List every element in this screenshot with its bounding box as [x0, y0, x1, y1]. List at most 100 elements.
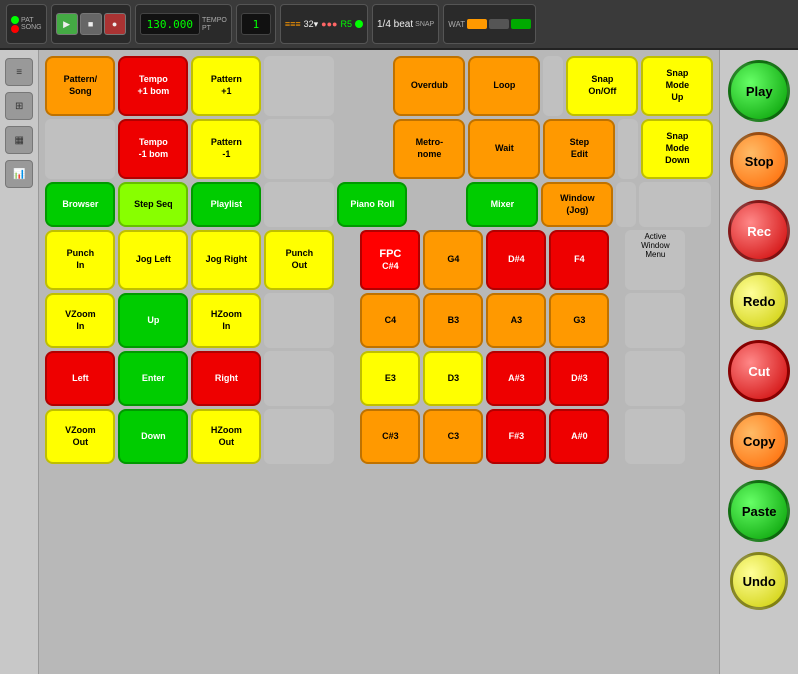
- redo-trans-btn[interactable]: Redo: [730, 272, 788, 330]
- hzoom-in-btn[interactable]: HZoomIn: [191, 293, 261, 348]
- g4-btn[interactable]: G4: [423, 230, 483, 290]
- c3-btn[interactable]: C3: [423, 409, 483, 464]
- gap-vzo2: [612, 409, 622, 464]
- left-btn[interactable]: Left: [45, 351, 115, 406]
- spacer-lr2: [625, 351, 685, 406]
- jog-left-btn[interactable]: Jog Left: [118, 230, 188, 290]
- right-btn[interactable]: Right: [191, 351, 261, 406]
- sidebar-icon-1[interactable]: ≡: [5, 58, 33, 86]
- loop-btn[interactable]: Loop: [468, 56, 540, 116]
- controls-row: PunchIn Jog Left Jog Right PunchOut FPCC…: [45, 230, 713, 290]
- wat-label: WAT: [448, 20, 465, 29]
- f4-btn[interactable]: F4: [549, 230, 609, 290]
- overdub-btn[interactable]: Overdub: [393, 56, 465, 116]
- stop-button[interactable]: ■: [80, 13, 102, 35]
- main-area: ≡ ⊞ ▦ 📊 Pattern/Song Tempo+1 bom Pattern…: [0, 50, 798, 674]
- spacer-r1-1: [264, 56, 334, 116]
- pattern-plus-btn[interactable]: Pattern+1: [191, 56, 261, 116]
- wat-bar1: [467, 19, 487, 29]
- hzoom-out-btn[interactable]: HZoomOut: [191, 409, 261, 464]
- ctrl1: ≡≡≡: [285, 19, 301, 29]
- window-jog-btn[interactable]: Window(Jog): [541, 182, 613, 227]
- wat-bar2: [489, 19, 509, 29]
- fpc-btn[interactable]: FPCC#4: [360, 230, 420, 290]
- sidebar-icon-4[interactable]: 📊: [5, 160, 33, 188]
- gap-lr2: [612, 351, 622, 406]
- step-seq-btn[interactable]: Step Seq: [118, 182, 188, 227]
- cut-trans-btn[interactable]: Cut: [728, 340, 790, 402]
- paste-trans-btn[interactable]: Paste: [728, 480, 790, 542]
- enter-btn[interactable]: Enter: [118, 351, 188, 406]
- right-sidebar: Play Stop Rec Redo Cut Copy Paste Undo: [719, 50, 798, 674]
- tempo-plus-btn[interactable]: Tempo+1 bom: [118, 56, 188, 116]
- asharp0-btn[interactable]: A#0: [549, 409, 609, 464]
- sidebar-icon-2[interactable]: ⊞: [5, 92, 33, 120]
- play-trans-btn[interactable]: Play: [728, 60, 790, 122]
- spacer-nav2: [616, 182, 636, 227]
- main-grid: Pattern/Song Tempo+1 bom Pattern+1 Overd…: [39, 50, 719, 674]
- pattern-minus-btn[interactable]: Pattern-1: [191, 119, 261, 179]
- song-indicator: [11, 25, 19, 33]
- controls-group: ≡≡≡ 32▾ ●●● R5: [280, 4, 368, 44]
- pattern-song-btn[interactable]: Pattern/Song: [45, 56, 115, 116]
- a3-btn[interactable]: A3: [486, 293, 546, 348]
- snap-mode-up-btn[interactable]: SnapModeUp: [641, 56, 713, 116]
- snap-mode-down-btn[interactable]: SnapModeDown: [641, 119, 713, 179]
- rec-trans-btn[interactable]: Rec: [728, 200, 790, 262]
- snap-onoff-btn[interactable]: SnapOn/Off: [566, 56, 638, 116]
- punch-out-btn[interactable]: PunchOut: [264, 230, 334, 290]
- gap-2: [360, 56, 390, 116]
- c4-btn[interactable]: C4: [360, 293, 420, 348]
- mixer-btn[interactable]: Mixer: [466, 182, 538, 227]
- wait-btn[interactable]: Wait: [468, 119, 540, 179]
- spacer-nav3: [639, 182, 711, 227]
- b3-btn[interactable]: B3: [423, 293, 483, 348]
- left-sidebar: ≡ ⊞ ▦ 📊: [0, 50, 39, 674]
- wat-bar3: [511, 19, 531, 29]
- undo-trans-btn[interactable]: Undo: [730, 552, 788, 610]
- d4sharp-btn[interactable]: D#4: [486, 230, 546, 290]
- gap-ctrl2: [612, 230, 622, 290]
- step-edit-btn[interactable]: StepEdit: [543, 119, 615, 179]
- rec-button[interactable]: ●: [104, 13, 126, 35]
- ctrl2: 32▾: [304, 19, 319, 30]
- fsharp3-btn[interactable]: F#3: [486, 409, 546, 464]
- e3-btn[interactable]: E3: [360, 351, 420, 406]
- g3-btn[interactable]: G3: [549, 293, 609, 348]
- tempo-display[interactable]: 130.000: [140, 13, 200, 35]
- stop-trans-btn[interactable]: Stop: [730, 132, 788, 190]
- tempo-minus-btn[interactable]: Tempo-1 bom: [118, 119, 188, 179]
- spacer-nav: [264, 182, 334, 227]
- dsharp3-btn[interactable]: D#3: [549, 351, 609, 406]
- pattern-display: 1: [241, 13, 271, 35]
- metronome-btn[interactable]: Metro-nome: [393, 119, 465, 179]
- vzoom-in-btn[interactable]: VZoomIn: [45, 293, 115, 348]
- piano-roll-btn[interactable]: Piano Roll: [337, 182, 407, 227]
- nav-row: Browser Step Seq Playlist Piano Roll Mix…: [45, 182, 713, 227]
- gap-4: [360, 119, 390, 179]
- pat-indicator: [11, 16, 19, 24]
- gap-lr: [337, 351, 357, 406]
- playlist-btn[interactable]: Playlist: [191, 182, 261, 227]
- punch-in-btn[interactable]: PunchIn: [45, 230, 115, 290]
- browser-btn[interactable]: Browser: [45, 182, 115, 227]
- pt-label: PT: [202, 25, 227, 32]
- asharp3-btn[interactable]: A#3: [486, 351, 546, 406]
- down-btn[interactable]: Down: [118, 409, 188, 464]
- beat-display: 1/4 beat: [377, 19, 413, 30]
- jog-right-btn[interactable]: Jog Right: [191, 230, 261, 290]
- up-btn[interactable]: Up: [118, 293, 188, 348]
- sidebar-icon-3[interactable]: ▦: [5, 126, 33, 154]
- vzoom-out-btn[interactable]: VZoomOut: [45, 409, 115, 464]
- copy-trans-btn[interactable]: Copy: [730, 412, 788, 470]
- row-2: Tempo-1 bom Pattern-1 Metro-nome Wait St…: [45, 119, 713, 179]
- mode-group: PAT SONG: [6, 4, 47, 44]
- play-button[interactable]: ▶: [56, 13, 78, 35]
- d3-btn[interactable]: D3: [423, 351, 483, 406]
- wat-group: WAT: [443, 4, 536, 44]
- pat-label: PAT: [21, 17, 42, 24]
- gap-vz: [337, 293, 357, 348]
- spacer-vz1: [264, 293, 334, 348]
- csharp3-btn[interactable]: C#3: [360, 409, 420, 464]
- ctrl3: ●●●: [321, 19, 337, 29]
